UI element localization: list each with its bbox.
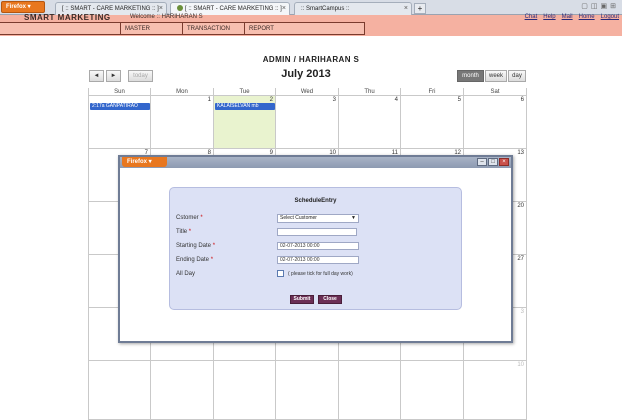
schedule-popup-window: Firefox ▾ – □ × ScheduleEntry Cstomer * Se… — [118, 155, 513, 343]
day-number: 3 — [520, 309, 524, 315]
close-icon[interactable]: × — [282, 3, 286, 15]
form-title: ScheduleEntry — [294, 198, 337, 204]
day-cell[interactable] — [151, 361, 214, 420]
customer-selected-value: Select Customer — [280, 215, 317, 221]
minimize-icon[interactable]: – — [477, 158, 487, 166]
firefox-menu-button[interactable]: Firefox ▾ — [1, 1, 45, 13]
logout-link[interactable]: Logout — [601, 14, 619, 20]
firefox-menu-button[interactable]: Firefox ▾ — [122, 157, 167, 167]
day-cell[interactable] — [339, 361, 401, 420]
tab-label: [ :: SMART - CARE MARKETING :: ] — [185, 6, 282, 12]
day-cell[interactable] — [401, 361, 464, 420]
view-week-button[interactable]: week — [485, 70, 507, 82]
day-cell[interactable]: 10 — [464, 361, 527, 420]
help-link[interactable]: Help — [543, 14, 555, 20]
view-day-button[interactable]: day — [508, 70, 526, 82]
main-menu: MASTER TRANSACTION REPORT — [0, 22, 365, 35]
day-cell[interactable]: 5 — [401, 96, 464, 149]
required-mark: * — [210, 257, 214, 263]
tab-label: [ :: SMART - CARE MARKETING :: ] — [62, 6, 159, 12]
day-cell[interactable]: 1 — [151, 96, 214, 149]
title-label: Title * — [176, 229, 191, 235]
all-day-label: All Day — [176, 271, 196, 277]
title-input[interactable] — [277, 228, 357, 236]
close-button[interactable]: Close — [318, 295, 342, 304]
day-cell[interactable]: 4 — [339, 96, 401, 149]
customer-label-text: Cstomer — [176, 215, 199, 221]
starting-date-label-text: Starting Date — [176, 243, 212, 249]
ending-date-input[interactable]: 02-07-2013 00:00 — [277, 256, 359, 264]
day-number: 27 — [517, 256, 524, 262]
schedule-entry-form: ScheduleEntry Cstomer * Select Customer ▼… — [169, 187, 462, 310]
starting-date-input[interactable]: 02-07-2013 00:00 — [277, 242, 359, 250]
view-month-button[interactable]: month — [457, 70, 484, 82]
popup-titlebar[interactable]: Firefox ▾ – □ × — [120, 157, 511, 168]
day-number: 10 — [517, 362, 524, 368]
dow-header: Sun — [89, 88, 151, 96]
chat-link[interactable]: Chat — [525, 14, 538, 20]
day-number: 4 — [394, 97, 398, 103]
chevron-down-icon: ▼ — [351, 215, 356, 221]
day-cell[interactable] — [276, 361, 339, 420]
day-cell[interactable]: 3 — [276, 96, 339, 149]
day-number: 6 — [520, 97, 524, 103]
calendar-event[interactable]: KALAISELVAN mb — [215, 103, 275, 110]
dow-header: Mon — [151, 88, 214, 96]
close-icon[interactable]: × — [404, 3, 408, 15]
favicon-icon — [177, 5, 183, 11]
day-cell[interactable] — [214, 361, 276, 420]
customer-select[interactable]: Select Customer ▼ — [277, 214, 359, 223]
dow-header: Wed — [276, 88, 339, 96]
submit-button[interactable]: Submit — [290, 295, 314, 304]
close-icon[interactable]: × — [499, 158, 509, 166]
all-day-checkbox[interactable] — [277, 270, 284, 277]
dow-header: Thu — [339, 88, 401, 96]
menu-report[interactable]: REPORT — [244, 23, 365, 35]
brand-title: SMART MARKETING — [24, 13, 111, 22]
ending-date-label-text: Ending Date — [176, 257, 210, 263]
top-links: Chat Help Mail Home Logout — [519, 14, 619, 20]
home-link[interactable]: Home — [579, 14, 595, 20]
title-label-text: Title — [176, 229, 188, 235]
browser-tab-3[interactable]: :: SmartCampus :: × — [294, 2, 412, 15]
maximize-icon[interactable]: □ — [488, 158, 498, 166]
required-mark: * — [200, 215, 203, 221]
day-cell[interactable] — [89, 361, 151, 420]
menu-transaction[interactable]: TRANSACTION — [182, 23, 244, 35]
window-controls[interactable]: ▢◫▣⊞ — [581, 2, 619, 10]
tab-label: :: SmartCampus :: — [301, 6, 350, 12]
mail-link[interactable]: Mail — [562, 14, 573, 20]
day-number: 5 — [457, 97, 461, 103]
ending-date-label: Ending Date * — [176, 257, 213, 263]
all-day-hint: ( please tick for full day work) — [288, 271, 353, 277]
user-role-line: ADMIN / HARIHARAN S — [262, 55, 360, 64]
day-cell[interactable]: 6 — [464, 96, 527, 149]
dow-header: Tue — [214, 88, 276, 96]
dow-header: Fri — [401, 88, 464, 96]
window-controls: – □ × — [476, 158, 509, 166]
customer-label: Cstomer * — [176, 215, 203, 221]
dow-header: Sat — [464, 88, 527, 96]
welcome-text: Welcome :: HARIHARAN S — [130, 14, 203, 20]
menu-master[interactable]: MASTER — [120, 23, 182, 35]
calendar-event[interactable]: 2:17a GANPATIRAO — [90, 103, 150, 110]
day-number: 20 — [517, 203, 524, 209]
day-number: 1 — [207, 97, 211, 103]
new-tab-button[interactable]: + — [414, 3, 426, 14]
required-mark: * — [212, 243, 216, 249]
day-number: 13 — [517, 150, 524, 156]
starting-date-label: Starting Date * — [176, 243, 215, 249]
required-mark: * — [188, 229, 192, 235]
day-number: 3 — [332, 97, 336, 103]
